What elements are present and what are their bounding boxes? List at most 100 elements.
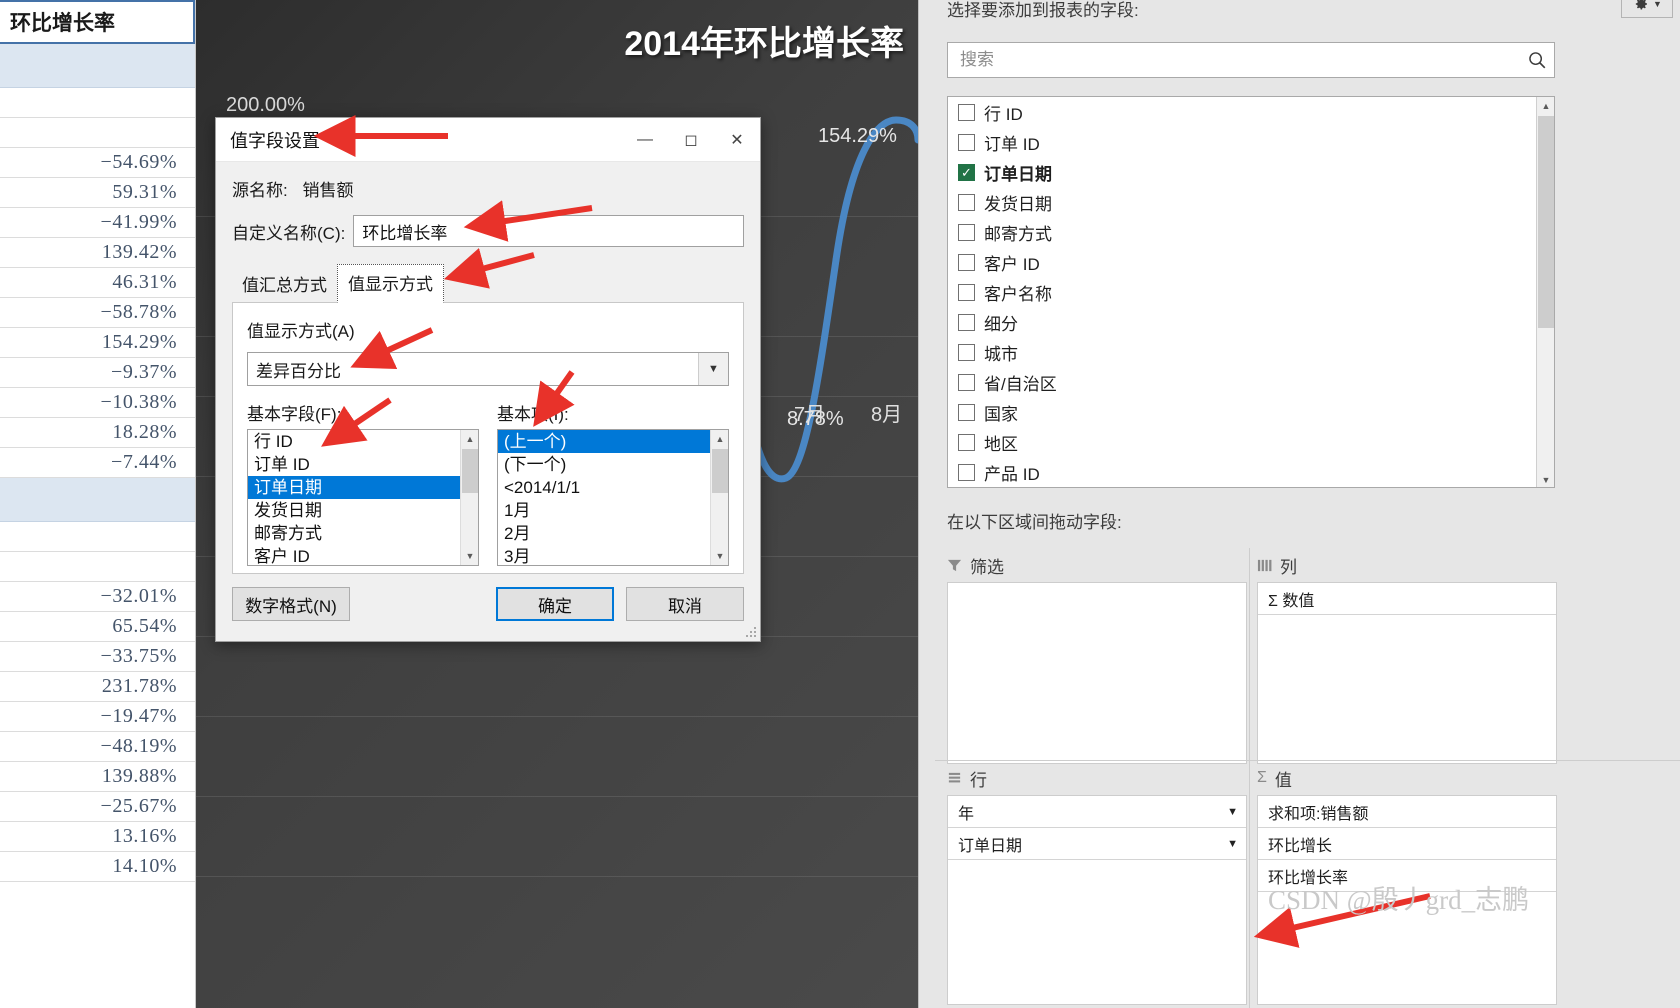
dialog-titlebar[interactable]: 值字段设置 — ◻ ✕	[216, 118, 760, 162]
search-input[interactable]	[948, 49, 1520, 71]
search-icon[interactable]	[1520, 49, 1554, 71]
worksheet-cell[interactable]: −41.99%	[0, 208, 195, 238]
base-item-item[interactable]: <2014/1/1	[498, 476, 710, 499]
scrollbar-thumb[interactable]	[712, 449, 728, 493]
worksheet-cell[interactable]	[0, 478, 195, 522]
zone-field-pill[interactable]: Σ 数值	[1258, 583, 1556, 615]
worksheet-cell[interactable]: 65.54%	[0, 612, 195, 642]
zone-filters-body[interactable]	[947, 582, 1247, 764]
checkbox-icon[interactable]	[958, 343, 975, 361]
base-field-item[interactable]: 订单日期	[248, 476, 460, 499]
zone-columns[interactable]: 列 Σ 数值	[1257, 552, 1557, 764]
chevron-down-icon[interactable]: ▼	[698, 353, 728, 385]
chevron-down-icon[interactable]: ▼	[1227, 838, 1238, 850]
worksheet-cell[interactable]: −9.37%	[0, 358, 195, 388]
zone-rows-body[interactable]: 年 ▼ 订单日期 ▼	[947, 795, 1247, 1005]
base-item-listbox[interactable]: (上一个) (下一个) <2014/1/1 1月 2月 3月 ▲ ▼	[497, 429, 729, 566]
scrollbar-thumb[interactable]	[1538, 116, 1554, 328]
base-field-item[interactable]: 行 ID	[248, 430, 460, 453]
dialog-tabs[interactable]: 值汇总方式 值显示方式	[232, 264, 744, 303]
base-field-item[interactable]: 订单 ID	[248, 453, 460, 476]
worksheet-column[interactable]: 环比增长率 −54.69% 59.31% −41.99% 139.42% 46.31% −…	[0, 0, 196, 1008]
worksheet-cell[interactable]: 139.88%	[0, 762, 195, 792]
base-field-item[interactable]: 邮寄方式	[248, 522, 460, 545]
checkbox-icon[interactable]	[958, 283, 975, 301]
base-field-item[interactable]: 客户 ID	[248, 545, 460, 565]
worksheet-cell[interactable]: −33.75%	[0, 642, 195, 672]
worksheet-cell[interactable]	[0, 118, 195, 148]
base-item-item[interactable]: 3月	[498, 545, 710, 565]
field-list-item[interactable]: 发货日期	[948, 187, 1554, 217]
maximize-icon[interactable]: ◻	[668, 118, 714, 162]
tab-show-values-as[interactable]: 值显示方式	[337, 264, 444, 303]
tab-summarize-values-by[interactable]: 值汇总方式	[232, 266, 337, 303]
scroll-up-arrow-icon[interactable]: ▲	[711, 430, 728, 448]
worksheet-cell[interactable]	[0, 522, 195, 552]
worksheet-cell[interactable]	[0, 552, 195, 582]
field-list-item[interactable]: 产品 ID	[948, 457, 1554, 487]
checkbox-icon[interactable]	[958, 433, 975, 451]
worksheet-cell[interactable]: −54.69%	[0, 148, 195, 178]
field-list[interactable]: 行 ID 订单 ID ✓ 订单日期 发货日期 邮寄方式 客户 ID 客户名称 细分 城市 省/自治区…	[947, 96, 1555, 488]
worksheet-cell[interactable]: 14.10%	[0, 852, 195, 882]
zone-field-pill[interactable]: 环比增长	[1258, 828, 1556, 860]
worksheet-cell[interactable]: −58.78%	[0, 298, 195, 328]
zone-field-pill[interactable]: 年 ▼	[948, 796, 1246, 828]
worksheet-cell[interactable]: 13.16%	[0, 822, 195, 852]
pivottable-fields-pane[interactable]: 选择要添加到报表的字段: ▼ 行 ID订单 ID✓订单日期发货	[918, 0, 1680, 1008]
close-icon[interactable]: ✕	[714, 118, 760, 162]
zone-field-pill[interactable]: 订单日期 ▼	[948, 828, 1246, 860]
worksheet-cell[interactable]: 18.28%	[0, 418, 195, 448]
show-as-dropdown[interactable]: 差异百分比 ▼	[247, 352, 729, 386]
checkbox-icon[interactable]	[958, 223, 975, 241]
field-list-item[interactable]: 客户名称	[948, 277, 1554, 307]
scroll-down-arrow-icon[interactable]: ▼	[461, 547, 478, 565]
field-list-item[interactable]: 订单 ID	[948, 127, 1554, 157]
worksheet-cell[interactable]: 46.31%	[0, 268, 195, 298]
worksheet-cell[interactable]: 154.29%	[0, 328, 195, 358]
worksheet-cell[interactable]: −10.38%	[0, 388, 195, 418]
field-list-scrollbar[interactable]: ▲ ▼	[1536, 97, 1554, 487]
field-list-item[interactable]: 细分	[948, 307, 1554, 337]
base-item-item[interactable]: 2月	[498, 522, 710, 545]
field-list-item[interactable]: 邮寄方式	[948, 217, 1554, 247]
number-format-button[interactable]: 数字格式(N)	[232, 587, 350, 621]
cancel-button[interactable]: 取消	[626, 587, 744, 621]
custom-name-input[interactable]	[353, 215, 744, 247]
checkbox-checked-icon[interactable]: ✓	[958, 163, 975, 181]
field-list-item[interactable]: 国家	[948, 397, 1554, 427]
scroll-up-arrow-icon[interactable]: ▲	[1537, 97, 1554, 115]
worksheet-cell[interactable]	[0, 44, 195, 88]
worksheet-cell[interactable]: −25.67%	[0, 792, 195, 822]
chevron-down-icon[interactable]: ▼	[1227, 806, 1238, 818]
field-list-item[interactable]: 城市	[948, 337, 1554, 367]
worksheet-cell[interactable]: −32.01%	[0, 582, 195, 612]
scroll-down-arrow-icon[interactable]: ▼	[1537, 471, 1554, 487]
field-list-item[interactable]: ✓ 订单日期	[948, 157, 1554, 187]
worksheet-cell[interactable]: 231.78%	[0, 672, 195, 702]
base-field-item[interactable]: 发货日期	[248, 499, 460, 522]
worksheet-cell[interactable]: 139.42%	[0, 238, 195, 268]
ok-button[interactable]: 确定	[496, 587, 614, 621]
field-list-item[interactable]: 地区	[948, 427, 1554, 457]
checkbox-icon[interactable]	[958, 403, 975, 421]
base-item-item[interactable]: (下一个)	[498, 453, 710, 476]
zone-columns-body[interactable]: Σ 数值	[1257, 582, 1557, 764]
worksheet-cell[interactable]	[0, 88, 195, 118]
checkbox-icon[interactable]	[958, 253, 975, 271]
field-list-item[interactable]: 省/自治区	[948, 367, 1554, 397]
checkbox-icon[interactable]	[958, 193, 975, 211]
resize-grip-icon[interactable]	[744, 625, 758, 639]
worksheet-column-header[interactable]: 环比增长率	[0, 0, 195, 44]
checkbox-icon[interactable]	[958, 133, 975, 151]
checkbox-icon[interactable]	[958, 103, 975, 121]
gear-icon[interactable]: ▼	[1621, 0, 1673, 18]
checkbox-icon[interactable]	[958, 373, 975, 391]
worksheet-cell[interactable]: 59.31%	[0, 178, 195, 208]
scroll-up-arrow-icon[interactable]: ▲	[461, 430, 478, 448]
worksheet-cell[interactable]: −19.47%	[0, 702, 195, 732]
checkbox-icon[interactable]	[958, 463, 975, 481]
field-list-item[interactable]: 行 ID	[948, 97, 1554, 127]
base-item-item[interactable]: (上一个)	[498, 430, 710, 453]
base-field-listbox[interactable]: 行 ID 订单 ID 订单日期 发货日期 邮寄方式 客户 ID ▲ ▼	[247, 429, 479, 566]
